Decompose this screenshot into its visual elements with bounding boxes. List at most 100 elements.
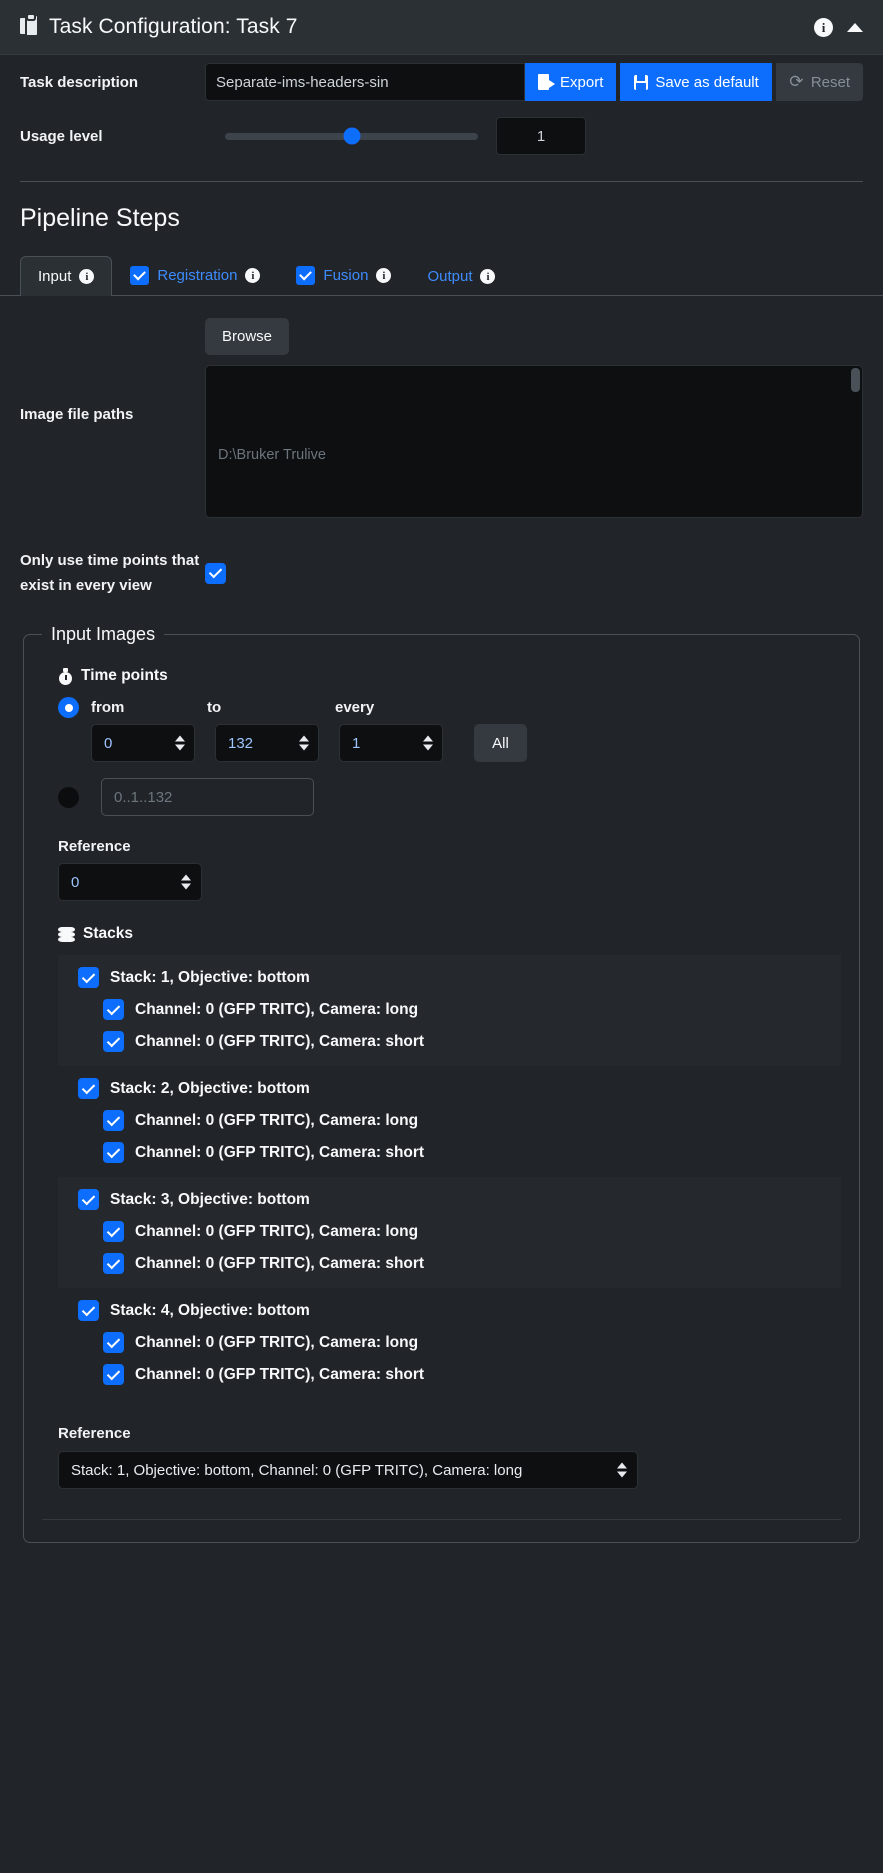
export-button[interactable]: Export	[525, 63, 617, 101]
channel-checkbox[interactable]	[103, 1364, 124, 1385]
task-description-input[interactable]	[205, 63, 526, 101]
fusion-enabled-checkbox[interactable]	[296, 266, 316, 285]
channel-row[interactable]: Channel: 0 (GFP TRITC), Camera: short	[103, 1364, 841, 1385]
tab-input[interactable]: Input i	[20, 256, 113, 296]
registration-enabled-checkbox[interactable]	[130, 266, 150, 285]
usage-level-slider-thumb[interactable]	[343, 127, 360, 145]
to-stepper[interactable]	[215, 724, 319, 762]
tab-output-label: Output	[427, 268, 473, 285]
every-input[interactable]	[339, 724, 443, 762]
channel-checkbox[interactable]	[103, 1253, 124, 1274]
info-icon[interactable]: i	[79, 269, 95, 284]
channel-checkbox[interactable]	[103, 1110, 124, 1131]
reference-time-point-dropdown[interactable]: 0	[58, 863, 202, 901]
time-points-heading: Time points	[58, 667, 841, 685]
task-description-label: Task description	[20, 73, 139, 91]
channel-label: Channel: 0 (GFP TRITC), Camera: short	[135, 1365, 425, 1383]
image-file-paths-row: Image file paths Browse D:\Bruker Truliv…	[20, 296, 863, 518]
collapse-chevron-icon[interactable]	[847, 22, 863, 32]
stack-label: Stack: 4, Objective: bottom	[110, 1301, 310, 1319]
channel-row[interactable]: Channel: 0 (GFP TRITC), Camera: short	[103, 1253, 841, 1274]
input-images-legend: Input Images	[51, 624, 156, 644]
channel-label: Channel: 0 (GFP TRITC), Camera: long	[135, 1333, 419, 1351]
channel-label: Channel: 0 (GFP TRITC), Camera: long	[135, 1000, 419, 1018]
from-label: from	[91, 699, 125, 716]
from-input[interactable]	[91, 724, 195, 762]
browse-button[interactable]: Browse	[205, 318, 290, 355]
usage-level-row: Usage level	[20, 109, 863, 163]
tab-registration-label: Registration	[157, 267, 238, 284]
info-icon[interactable]: i	[814, 17, 833, 37]
to-input[interactable]	[215, 724, 319, 762]
reset-button-label: Reset	[810, 73, 850, 91]
only-time-points-row: Only use time points that exist in every…	[20, 518, 863, 598]
path-line: D:\Bruker Trulive	[218, 447, 326, 463]
time-points-heading-label: Time points	[81, 667, 168, 684]
channel-row[interactable]: Channel: 0 (GFP TRITC), Camera: long	[103, 999, 841, 1020]
path-line: Tests\Anseth_KBMB_20230818_DLL1mCh_LGRGF…	[218, 513, 850, 517]
reference-view-select[interactable]: Stack: 1, Objective: bottom, Channel: 0 …	[58, 1451, 638, 1489]
usage-level-label: Usage level	[20, 127, 103, 145]
reset-button[interactable]: ⟳ Reset	[775, 63, 863, 101]
only-time-points-checkbox[interactable]	[205, 562, 226, 584]
time-points-list-row	[58, 778, 841, 816]
reference-view-label: Reference	[58, 1425, 131, 1442]
reference-time-point-select[interactable]: 0	[58, 863, 202, 901]
channel-row[interactable]: Channel: 0 (GFP TRITC), Camera: short	[103, 1031, 841, 1052]
tab-input-label: Input	[38, 268, 72, 285]
channel-checkbox[interactable]	[103, 1142, 124, 1163]
info-icon[interactable]: i	[245, 268, 261, 283]
task-copy-icon	[20, 15, 40, 38]
channel-checkbox[interactable]	[103, 1031, 124, 1052]
stack-checkbox[interactable]	[78, 967, 99, 988]
stack-group: Stack: 3, Objective: bottom Channel: 0 (…	[58, 1177, 841, 1288]
stack-row[interactable]: Stack: 3, Objective: bottom	[78, 1189, 841, 1210]
paths-scrollbar[interactable]	[851, 368, 860, 392]
stack-checkbox[interactable]	[78, 1300, 99, 1321]
stack-checkbox[interactable]	[78, 1078, 99, 1099]
tab-fusion-label: Fusion	[323, 267, 369, 284]
input-images-fieldset: Input Images Time points from to every 0…	[23, 624, 860, 1543]
usage-level-slider[interactable]	[225, 127, 478, 145]
stack-label: Stack: 2, Objective: bottom	[110, 1079, 310, 1097]
channel-row[interactable]: Channel: 0 (GFP TRITC), Camera: long	[103, 1332, 841, 1353]
time-points-list-radio[interactable]	[58, 786, 79, 808]
usage-level-value-input[interactable]	[496, 117, 586, 155]
time-points-range-radio[interactable]	[58, 697, 79, 718]
from-stepper[interactable]	[91, 724, 195, 762]
channel-row[interactable]: Channel: 0 (GFP TRITC), Camera: long	[103, 1110, 841, 1131]
all-button[interactable]: All	[474, 724, 527, 762]
tab-fusion[interactable]: Fusion i	[278, 254, 409, 296]
reset-refresh-icon: ⟳	[789, 71, 804, 91]
tab-output[interactable]: Output i	[409, 256, 513, 296]
info-icon[interactable]: i	[376, 268, 392, 283]
stack-row[interactable]: Stack: 1, Objective: bottom	[78, 967, 841, 988]
time-points-list-input[interactable]	[101, 778, 314, 816]
image-file-paths-list[interactable]: D:\Bruker Trulive Tests\Anseth_KBMB_2023…	[205, 365, 863, 518]
every-label: every	[335, 699, 375, 716]
stack-group: Stack: 1, Objective: bottom Channel: 0 (…	[58, 955, 841, 1066]
channel-row[interactable]: Channel: 0 (GFP TRITC), Camera: long	[103, 1221, 841, 1242]
channel-label: Channel: 0 (GFP TRITC), Camera: long	[135, 1222, 419, 1240]
channel-checkbox[interactable]	[103, 1332, 124, 1353]
stacks-list: Stack: 1, Objective: bottom Channel: 0 (…	[58, 955, 841, 1399]
channel-checkbox[interactable]	[103, 1221, 124, 1242]
export-button-label: Export	[560, 73, 604, 91]
task-description-row: Task description Export Save as default …	[20, 55, 863, 109]
stack-group: Stack: 2, Objective: bottom Channel: 0 (…	[58, 1066, 841, 1177]
channel-checkbox[interactable]	[103, 999, 124, 1020]
tab-registration[interactable]: Registration i	[112, 254, 278, 296]
stack-row[interactable]: Stack: 2, Objective: bottom	[78, 1078, 841, 1099]
channel-row[interactable]: Channel: 0 (GFP TRITC), Camera: short	[103, 1142, 841, 1163]
save-as-default-button[interactable]: Save as default	[620, 63, 772, 101]
channel-label: Channel: 0 (GFP TRITC), Camera: short	[135, 1032, 425, 1050]
only-time-points-label: Only use time points that exist in every…	[20, 552, 200, 594]
stack-row[interactable]: Stack: 4, Objective: bottom	[78, 1300, 841, 1321]
input-tab-panel: Image file paths Browse D:\Bruker Truliv…	[0, 296, 883, 1543]
stack-checkbox[interactable]	[78, 1189, 99, 1210]
stacks-heading: Stacks	[58, 925, 841, 943]
reference-view-dropdown[interactable]: Stack: 1, Objective: bottom, Channel: 0 …	[58, 1451, 638, 1489]
every-stepper[interactable]	[339, 724, 443, 762]
export-icon	[538, 73, 556, 91]
info-icon[interactable]: i	[480, 269, 496, 284]
